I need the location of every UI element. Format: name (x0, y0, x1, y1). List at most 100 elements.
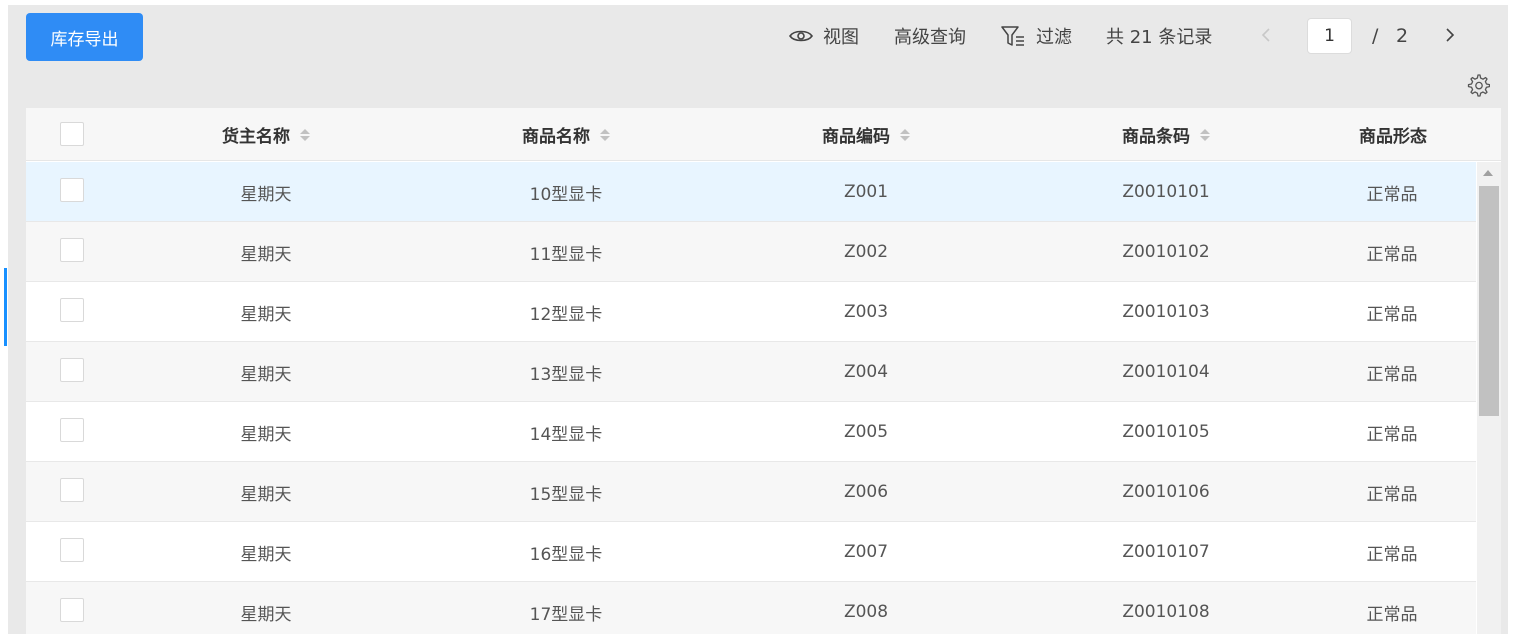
filter-button[interactable]: 过滤 (1000, 20, 1072, 52)
cell-form: 正常品 (1366, 364, 1418, 385)
cell-product-code: Z004 (843, 362, 889, 382)
cell-product-name: 13型显卡 (529, 364, 603, 385)
column-header-label: 商品条码 (1122, 127, 1190, 147)
cell-product-code: Z005 (843, 422, 889, 442)
active-indicator (4, 268, 7, 346)
inventory-export-button[interactable]: 库存导出 (26, 13, 143, 61)
cell-product-name: 10型显卡 (529, 184, 603, 205)
row-checkbox[interactable] (60, 298, 84, 322)
cell-owner: 星期天 (240, 364, 292, 385)
top-divider (8, 0, 1516, 5)
cell-barcode: Z0010107 (1122, 542, 1210, 562)
inventory-table: 货主名称 商品名称 商品编码 商品条码 商品形态 星期天 10型显卡 Z001 … (26, 108, 1501, 634)
cell-barcode: Z0010103 (1122, 302, 1210, 322)
cell-product-name: 16型显卡 (529, 544, 603, 565)
sort-icon[interactable] (300, 128, 310, 141)
column-header-label: 货主名称 (222, 127, 290, 147)
eye-icon (789, 30, 813, 42)
cell-barcode: Z0010106 (1122, 482, 1210, 502)
cell-form: 正常品 (1366, 304, 1418, 325)
cell-product-name: 17型显卡 (529, 604, 603, 625)
cell-form: 正常品 (1366, 424, 1418, 445)
cell-product-code: Z003 (843, 302, 889, 322)
column-header-owner[interactable]: 货主名称 (166, 108, 366, 161)
table-row[interactable]: 星期天 14型显卡 Z005 Z0010105 正常品 (26, 402, 1476, 462)
cell-product-name: 14型显卡 (529, 424, 603, 445)
cell-barcode: Z0010101 (1122, 182, 1210, 202)
sort-icon[interactable] (1200, 128, 1210, 141)
column-header-label: 商品编码 (822, 127, 890, 147)
cell-barcode: Z0010104 (1122, 362, 1210, 382)
table-body: 星期天 10型显卡 Z001 Z0010101 正常品 星期天 11型显卡 Z0… (26, 162, 1476, 634)
cell-barcode: Z0010108 (1122, 602, 1210, 622)
column-header-product-name[interactable]: 商品名称 (466, 108, 666, 161)
view-button[interactable]: 视图 (789, 20, 859, 52)
table-row[interactable]: 星期天 10型显卡 Z001 Z0010101 正常品 (26, 162, 1476, 222)
cell-owner: 星期天 (240, 544, 292, 565)
row-checkbox[interactable] (60, 478, 84, 502)
cell-owner: 星期天 (240, 484, 292, 505)
column-header-label: 商品形态 (1359, 127, 1427, 147)
cell-form: 正常品 (1366, 244, 1418, 265)
next-page-button[interactable] (1440, 22, 1460, 48)
table-row[interactable]: 星期天 16型显卡 Z007 Z0010107 正常品 (26, 522, 1476, 582)
row-checkbox[interactable] (60, 598, 84, 622)
cell-product-name: 12型显卡 (529, 304, 603, 325)
scroll-up-arrow-icon[interactable] (1483, 170, 1493, 176)
advanced-query-button[interactable]: 高级查询 (894, 20, 966, 52)
cell-product-name: 11型显卡 (529, 244, 603, 265)
cell-product-code: Z006 (843, 482, 889, 502)
row-checkbox[interactable] (60, 238, 84, 262)
total-pages: 2 (1396, 25, 1409, 47)
advanced-query-label: 高级查询 (894, 27, 966, 48)
page-number-input[interactable]: 1 (1307, 18, 1352, 54)
column-header-form: 商品形态 (1293, 108, 1493, 161)
cell-owner: 星期天 (240, 424, 292, 445)
cell-owner: 星期天 (240, 184, 292, 205)
cell-form: 正常品 (1366, 184, 1418, 205)
cell-owner: 星期天 (240, 304, 292, 325)
table-row[interactable]: 星期天 12型显卡 Z003 Z0010103 正常品 (26, 282, 1476, 342)
filter-icon (1001, 26, 1024, 46)
table-row[interactable]: 星期天 17型显卡 Z008 Z0010108 正常品 (26, 582, 1476, 634)
table-row[interactable]: 星期天 11型显卡 Z002 Z0010102 正常品 (26, 222, 1476, 282)
record-count: 共 21 条记录 (1106, 27, 1213, 48)
cell-barcode: Z0010102 (1122, 242, 1210, 262)
cell-product-code: Z007 (843, 542, 889, 562)
right-edge (1508, 0, 1516, 634)
cell-form: 正常品 (1366, 544, 1418, 565)
column-header-label: 商品名称 (522, 127, 590, 147)
table-settings-button[interactable] (1466, 73, 1491, 97)
cell-owner: 星期天 (240, 604, 292, 625)
row-checkbox[interactable] (60, 538, 84, 562)
filter-label: 过滤 (1036, 27, 1072, 48)
row-checkbox[interactable] (60, 358, 84, 382)
page-separator: / (1372, 25, 1379, 47)
cell-product-code: Z008 (843, 602, 889, 622)
cell-form: 正常品 (1366, 604, 1418, 625)
cell-form: 正常品 (1366, 484, 1418, 505)
column-header-barcode[interactable]: 商品条码 (1066, 108, 1266, 161)
sort-icon[interactable] (600, 128, 610, 141)
cell-product-code: Z001 (843, 182, 889, 202)
cell-barcode: Z0010105 (1122, 422, 1210, 442)
column-header-product-code[interactable]: 商品编码 (766, 108, 966, 161)
cell-product-code: Z002 (843, 242, 889, 262)
cell-product-name: 15型显卡 (529, 484, 603, 505)
gear-icon (1467, 74, 1491, 97)
table-row[interactable]: 星期天 15型显卡 Z006 Z0010106 正常品 (26, 462, 1476, 522)
chevron-right-icon (1446, 28, 1455, 42)
view-label: 视图 (823, 27, 859, 48)
sort-icon[interactable] (900, 128, 910, 141)
table-header: 货主名称 商品名称 商品编码 商品条码 商品形态 (26, 108, 1501, 161)
scrollbar-thumb[interactable] (1479, 186, 1499, 416)
select-all-checkbox[interactable] (60, 122, 84, 146)
row-checkbox[interactable] (60, 418, 84, 442)
table-row[interactable]: 星期天 13型显卡 Z004 Z0010104 正常品 (26, 342, 1476, 402)
vertical-scrollbar[interactable] (1477, 162, 1501, 634)
chevron-left-icon (1261, 28, 1270, 42)
prev-page-button[interactable] (1256, 22, 1276, 48)
row-checkbox[interactable] (60, 178, 84, 202)
cell-owner: 星期天 (240, 244, 292, 265)
inventory-page: 库存导出 视图 高级查询 过滤 共 21 条记录 1 / 2 货主名称 商品名称… (0, 0, 1516, 634)
